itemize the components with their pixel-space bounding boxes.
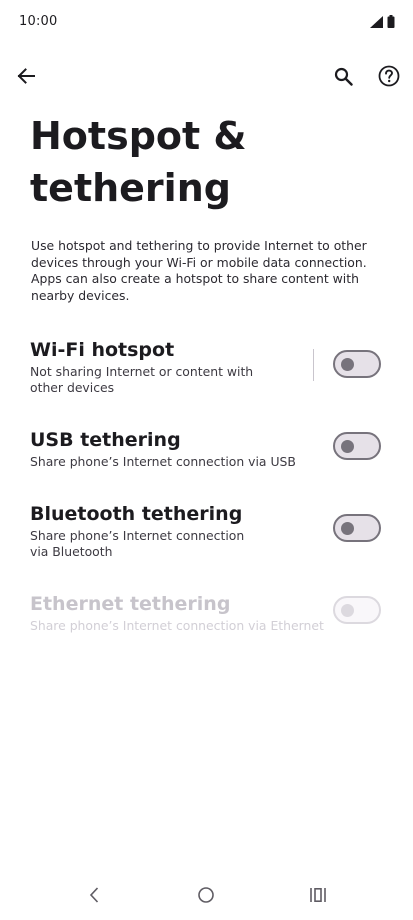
app-bar <box>0 58 413 102</box>
page-description: Use hotspot and tethering to provide Int… <box>31 238 367 303</box>
nav-recents-icon <box>309 887 327 907</box>
wifi-hotspot-summary: Not sharing Internet or content with oth… <box>30 364 254 395</box>
toggle-thumb <box>341 358 354 371</box>
toggle-thumb <box>341 440 354 453</box>
navigation-bar <box>0 872 413 920</box>
search-icon <box>334 67 353 90</box>
page-title: Hotspot & tethering <box>30 114 247 210</box>
wifi-hotspot-toggle[interactable] <box>333 350 381 378</box>
bluetooth-tethering-toggle[interactable] <box>333 514 381 542</box>
status-bar: 10:00 <box>0 0 413 46</box>
status-time: 10:00 <box>19 14 58 29</box>
nav-home-button[interactable] <box>186 880 226 914</box>
bluetooth-tethering-summary: Share phone’s Internet connection via Bl… <box>30 528 245 559</box>
bluetooth-tethering-title: Bluetooth tethering <box>30 503 243 525</box>
ethernet-tethering-title: Ethernet tethering <box>30 593 231 615</box>
ethernet-tethering-summary: Share phone’s Internet connection via Et… <box>30 618 324 633</box>
nav-back-icon <box>88 886 100 908</box>
usb-tethering-toggle[interactable] <box>333 432 381 460</box>
usb-tethering-summary: Share phone’s Internet connection via US… <box>30 454 296 469</box>
toggle-thumb <box>341 604 354 617</box>
ethernet-tethering-toggle <box>333 596 381 624</box>
wifi-hotspot-text: Wi-Fi hotspot Not sharing Internet or co… <box>30 338 265 396</box>
nav-back-button[interactable] <box>74 880 114 914</box>
arrow-back-icon <box>17 68 35 88</box>
ethernet-tethering-text: Ethernet tethering Share phone’s Interne… <box>30 592 324 634</box>
nav-recents-button[interactable] <box>298 880 338 914</box>
usb-tethering-title: USB tethering <box>30 429 181 451</box>
bluetooth-tethering-text: Bluetooth tethering Share phone’s Intern… <box>30 502 265 560</box>
status-icons <box>370 13 395 32</box>
back-button[interactable] <box>6 58 46 98</box>
help-button[interactable] <box>369 58 409 98</box>
nav-home-icon <box>197 886 215 908</box>
signal-icon <box>370 13 383 32</box>
help-icon <box>378 65 400 91</box>
usb-tethering-text: USB tethering Share phone’s Internet con… <box>30 428 296 470</box>
battery-icon <box>387 13 395 32</box>
wifi-hotspot-title: Wi-Fi hotspot <box>30 339 175 361</box>
vertical-divider <box>313 349 314 381</box>
toggle-thumb <box>341 522 354 535</box>
search-button[interactable] <box>323 58 363 98</box>
